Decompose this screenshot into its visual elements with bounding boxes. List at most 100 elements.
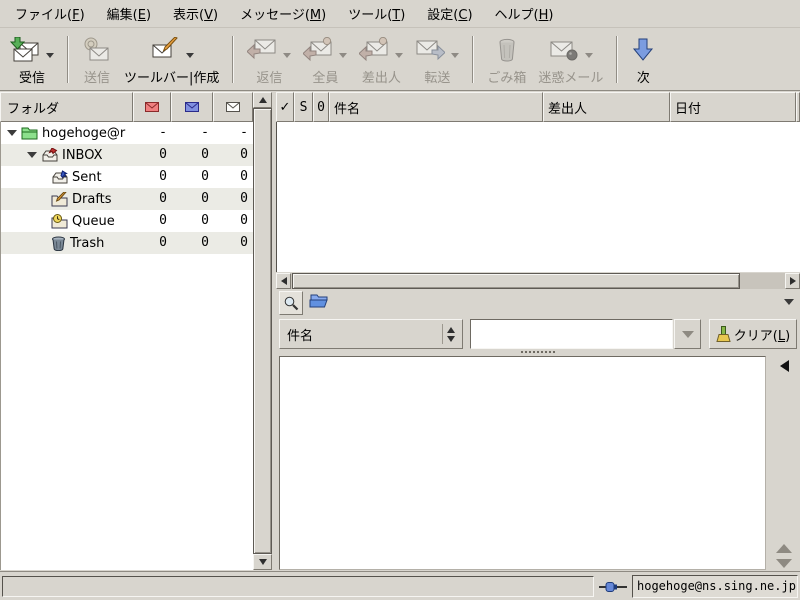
header-filler bbox=[796, 92, 800, 122]
next-button[interactable]: 次 bbox=[626, 32, 660, 87]
unread-envelope-icon bbox=[185, 102, 199, 112]
compose-dropdown-arrow[interactable] bbox=[185, 52, 194, 58]
reply-to-sender-label: 差出人 bbox=[361, 71, 401, 86]
account-folder-icon bbox=[21, 127, 38, 140]
receive-button[interactable]: 受信 bbox=[5, 32, 59, 87]
junk-button[interactable]: 迷惑メール bbox=[533, 32, 608, 87]
menu-view[interactable]: 表示(V) bbox=[162, 0, 229, 27]
compose-mail-icon bbox=[152, 37, 178, 58]
message-list-header: ✓ S 0 件名 差出人 日付 bbox=[276, 92, 800, 122]
folder-list-header: フォルダ bbox=[0, 92, 253, 122]
menu-tools[interactable]: ツール(T) bbox=[337, 0, 416, 27]
forward-button[interactable]: 転送 bbox=[410, 32, 464, 87]
trash-folder-icon bbox=[52, 236, 65, 251]
reply-to-sender-icon bbox=[359, 37, 388, 62]
folder-row-sent[interactable]: Sent 0 0 0 bbox=[1, 166, 253, 188]
junk-label: 迷惑メール bbox=[538, 71, 604, 86]
send-button[interactable]: 送信 bbox=[77, 32, 117, 87]
toolbar-separator bbox=[232, 36, 235, 83]
attachment-clip-icon: 0 bbox=[317, 99, 325, 115]
receive-dropdown-arrow[interactable] bbox=[46, 52, 54, 58]
from-column-header[interactable]: 差出人 bbox=[543, 92, 670, 122]
menu-help[interactable]: ヘルプ(H) bbox=[484, 0, 565, 27]
total-envelope-icon bbox=[226, 102, 240, 112]
folder-row-queue[interactable]: Queue 0 0 0 bbox=[1, 210, 253, 232]
folder-row-inbox[interactable]: INBOX 0 0 0 bbox=[1, 144, 253, 166]
folder-pane-scrollbar[interactable] bbox=[253, 92, 272, 570]
send-label: 送信 bbox=[83, 71, 110, 86]
junk-mail-icon bbox=[550, 41, 578, 61]
search-input[interactable] bbox=[470, 319, 673, 349]
pane-resize-grip[interactable] bbox=[276, 349, 800, 355]
subject-column-header[interactable]: 件名 bbox=[329, 92, 543, 122]
reply-button[interactable]: 返信 bbox=[242, 32, 296, 87]
queue-folder-icon bbox=[51, 213, 68, 228]
search-folder-icon[interactable] bbox=[309, 293, 329, 308]
forward-label: 転送 bbox=[424, 71, 451, 86]
current-account-selector[interactable]: hogehoge@ns.sing.ne.jp bbox=[632, 575, 798, 598]
clear-button[interactable]: クリア(L) bbox=[709, 319, 797, 349]
message-pane: ✓ S 0 件名 差出人 日付 件名 クリア(L) bbox=[276, 92, 800, 570]
date-column-header[interactable]: 日付 bbox=[670, 92, 796, 122]
collapse-search-arrow[interactable] bbox=[784, 299, 794, 305]
expander-icon[interactable] bbox=[7, 130, 17, 136]
reply-to-sender-button[interactable]: 差出人 bbox=[354, 32, 408, 87]
reply-to-sender-dropdown-arrow[interactable] bbox=[395, 52, 404, 58]
search-icon bbox=[284, 296, 299, 311]
send-mail-icon bbox=[84, 37, 109, 61]
message-view[interactable] bbox=[279, 356, 766, 570]
reply-all-label: 全員 bbox=[312, 71, 339, 86]
trash-button[interactable]: ごみ箱 bbox=[482, 32, 531, 87]
expander-icon[interactable] bbox=[27, 152, 37, 158]
chevron-down-icon bbox=[681, 330, 694, 338]
reply-all-dropdown-arrow[interactable] bbox=[339, 52, 348, 58]
new-count-column-header[interactable] bbox=[133, 92, 171, 122]
combo-spin-arrows-icon bbox=[442, 324, 458, 344]
folder-column-header[interactable]: フォルダ bbox=[0, 92, 133, 122]
reply-dropdown-arrow[interactable] bbox=[283, 52, 292, 58]
toolbar-separator bbox=[616, 36, 619, 83]
search-filter-row: 件名 クリア(L) bbox=[276, 318, 800, 350]
next-label: 次 bbox=[636, 71, 650, 86]
menu-message[interactable]: メッセージ(M) bbox=[229, 0, 337, 27]
folder-row-account[interactable]: hogehoge@r - - - bbox=[1, 122, 253, 144]
reply-all-button[interactable]: 全員 bbox=[298, 32, 352, 87]
reply-icon bbox=[247, 39, 276, 60]
scroll-down-button[interactable] bbox=[253, 554, 272, 570]
menu-configuration[interactable]: 設定(C) bbox=[416, 0, 483, 27]
folder-row-trash[interactable]: Trash 0 0 0 bbox=[1, 232, 253, 254]
status-message-area bbox=[2, 576, 594, 597]
folder-row-drafts[interactable]: Drafts 0 0 0 bbox=[1, 188, 253, 210]
unread-count-column-header[interactable] bbox=[171, 92, 213, 122]
junk-dropdown-arrow[interactable] bbox=[584, 52, 593, 58]
mime-tree-toggle-arrow[interactable] bbox=[780, 360, 789, 372]
menu-file[interactable]: ファイル(F) bbox=[4, 0, 96, 27]
statusbar: hogehoge@ns.sing.ne.jp bbox=[0, 571, 800, 600]
message-view-scroll-down-icon[interactable] bbox=[776, 559, 792, 568]
forward-dropdown-arrow[interactable] bbox=[451, 52, 460, 58]
quick-search-bar bbox=[276, 290, 800, 316]
scroll-left-button[interactable] bbox=[276, 273, 291, 289]
scrollbar-thumb[interactable] bbox=[292, 273, 740, 289]
compose-button[interactable]: ツールバー|作成 bbox=[119, 32, 224, 87]
scroll-right-button[interactable] bbox=[785, 273, 800, 289]
message-list[interactable] bbox=[276, 122, 800, 272]
scrollbar-thumb[interactable] bbox=[253, 108, 272, 554]
message-list-hscrollbar[interactable] bbox=[276, 273, 800, 289]
total-count-column-header[interactable] bbox=[213, 92, 253, 122]
forward-icon bbox=[416, 40, 446, 61]
compose-label: ツールバー|作成 bbox=[124, 71, 220, 86]
attachment-column-header[interactable]: 0 bbox=[313, 92, 329, 122]
status-column-header[interactable]: S bbox=[294, 92, 313, 122]
online-status-icon[interactable] bbox=[599, 580, 627, 594]
search-target-combobox[interactable]: 件名 bbox=[279, 319, 463, 349]
mark-column-header[interactable]: ✓ bbox=[276, 92, 294, 122]
menubar: ファイル(F) 編集(E) 表示(V) メッセージ(M) ツール(T) 設定(C… bbox=[0, 0, 800, 28]
quick-search-toggle-button[interactable] bbox=[279, 291, 303, 315]
sent-folder-icon bbox=[52, 169, 68, 183]
search-history-dropdown-button[interactable] bbox=[674, 319, 701, 349]
scroll-up-button[interactable] bbox=[253, 92, 272, 108]
menu-edit[interactable]: 編集(E) bbox=[96, 0, 162, 27]
message-view-scroll-up-icon[interactable] bbox=[776, 544, 792, 553]
folder-tree: hogehoge@r - - - INBOX 0 0 0 Sent 0 0 0 … bbox=[0, 122, 253, 570]
